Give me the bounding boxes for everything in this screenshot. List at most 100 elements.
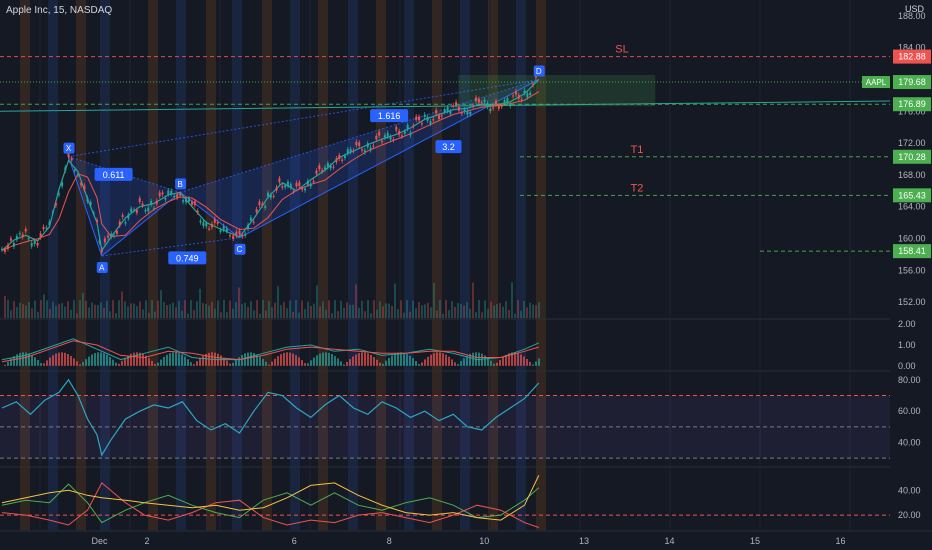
oscillator-histogram-bar [460, 361, 462, 366]
volume-bar [283, 302, 285, 318]
oscillator-histogram-bar [349, 359, 351, 366]
candle-body [86, 197, 89, 202]
volume-bar [76, 313, 78, 318]
oscillator-histogram-bar [25, 352, 27, 366]
candle-body [358, 142, 361, 147]
candle-body [366, 143, 369, 148]
candle-body [475, 97, 478, 102]
volume-bar [379, 301, 381, 318]
volume-bar [313, 303, 315, 318]
candle-body [449, 111, 452, 114]
candle-body [100, 249, 103, 253]
candle-body [492, 107, 495, 109]
volume-bar [67, 301, 69, 318]
oscillator-histogram-bar [166, 354, 168, 366]
volume-bar [4, 296, 6, 318]
volume-bar [118, 300, 120, 318]
pattern-ratio-label: 1.616 [378, 111, 401, 121]
candle-body [520, 99, 523, 101]
oscillator-histogram-bar [58, 352, 60, 366]
volume-bar [52, 301, 54, 318]
volume-bar [406, 300, 408, 318]
candle-body [107, 235, 110, 238]
candle-body [295, 182, 298, 187]
volume-bar [241, 304, 243, 318]
price-tick-label: 168.00 [898, 170, 926, 180]
candle-body [480, 102, 483, 104]
candle-body [532, 84, 535, 86]
pattern-ratio-label: 0.611 [103, 170, 125, 180]
candle-body [98, 240, 101, 243]
oscillator-histogram-bar [382, 363, 384, 366]
volume-bar [361, 300, 363, 318]
volume-bar [505, 301, 507, 318]
candle-body [191, 201, 193, 205]
candle-body [235, 231, 238, 236]
oscillator-histogram-bar [499, 359, 501, 366]
pattern-point-a-label: A [99, 263, 105, 272]
candle-body [170, 190, 173, 195]
candle-body [9, 238, 12, 241]
volume-bar [355, 284, 357, 318]
volume-bar [538, 302, 540, 318]
volume-bar [145, 300, 147, 318]
candle-body [73, 169, 76, 171]
volume-bar [532, 304, 534, 318]
candle-body [395, 126, 398, 131]
oscillator-histogram-bar [343, 364, 345, 366]
oscillator-histogram-bar [379, 362, 381, 366]
oscillator-histogram-bar [412, 358, 414, 366]
volume-bar [205, 303, 207, 318]
volume-bar [349, 304, 351, 318]
oscillator-histogram-bar [115, 362, 117, 366]
volume-bar [460, 304, 462, 318]
volume-bar [391, 305, 393, 318]
dmi-tick-label: 40.00 [898, 485, 921, 495]
oscillator-histogram-bar [271, 361, 273, 366]
candle-body [375, 135, 378, 140]
oscillator-histogram-bar [286, 352, 288, 366]
candle-body [432, 119, 435, 121]
oscillator-histogram-bar [325, 352, 327, 366]
volume-bar [418, 302, 420, 318]
oscillator-histogram-bar [193, 364, 195, 366]
oscillator-histogram-bar [184, 356, 186, 366]
candle-body [415, 116, 418, 120]
oscillator-histogram-bar [16, 354, 18, 366]
candle-body [199, 220, 202, 223]
candle-body [15, 236, 18, 240]
candle-body [80, 182, 83, 186]
oscillator-histogram-bar [370, 354, 372, 366]
time-tick-label: 13 [579, 536, 589, 546]
time-tick-label: 2 [144, 536, 149, 546]
candle-body [12, 242, 15, 247]
candle-body [383, 135, 386, 138]
candle-body [155, 200, 158, 204]
oscillator-histogram-bar [163, 356, 165, 366]
volume-bar [256, 300, 258, 318]
volume-bar [367, 300, 369, 318]
candle-body [45, 227, 48, 229]
candle-body [506, 97, 509, 102]
oscillator-histogram-bar [313, 357, 315, 366]
volume-bar [271, 307, 273, 318]
volume-bar [238, 287, 240, 318]
volume-bar [124, 301, 126, 318]
volume-bar [139, 301, 141, 318]
candle-body [455, 101, 458, 106]
candle-body [153, 208, 155, 210]
oscillator-histogram-bar [535, 361, 537, 366]
volume-bar [280, 305, 282, 318]
oscillator-histogram-bar [88, 356, 90, 366]
candle-body [6, 244, 9, 249]
candle-body [36, 242, 39, 246]
oscillator-histogram-bar [187, 359, 189, 366]
candle-body [185, 198, 188, 203]
chart-canvas[interactable]: USD188.00184.00180.00176.00172.00168.001… [0, 0, 932, 550]
volume-bar [523, 300, 525, 318]
price-tick-label: 152.00 [898, 297, 926, 307]
oscillator-histogram-bar [472, 352, 474, 366]
oscillator-tick-label: 1.00 [898, 340, 916, 350]
price-tag-value: 176.89 [898, 99, 926, 109]
candle-body [483, 99, 486, 103]
